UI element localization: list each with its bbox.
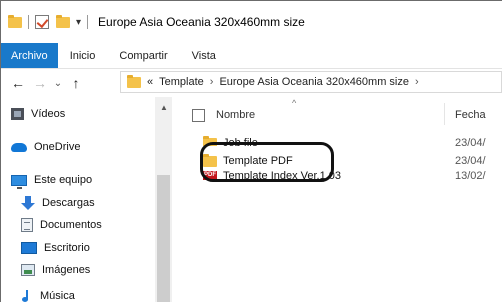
file-date: 23/04/ [455,155,486,167]
nav-item-imagenes[interactable]: Imágenes [21,261,90,279]
download-icon [21,196,35,210]
nav-item-label: Vídeos [31,108,66,120]
video-icon [11,108,24,120]
nav-item-label: Este equipo [34,174,93,186]
window-title: Europe Asia Oceania 320x460mm size [98,15,305,29]
back-arrow-icon[interactable]: ← [7,75,29,91]
nav-item-label: Descargas [42,197,95,209]
computer-icon [11,174,27,189]
folder-icon [8,14,22,28]
column-name[interactable]: Nombre [216,109,255,121]
forward-arrow-icon[interactable]: → [29,75,51,91]
up-arrow-icon[interactable]: ↑ [65,75,87,91]
column-divider[interactable] [444,103,445,125]
nav-item-escritorio[interactable]: Escritorio [21,239,90,257]
nav-scrollbar-thumb[interactable] [157,175,170,302]
select-all-checkbox[interactable] [192,109,205,122]
nav-item-videos[interactable]: Vídeos [11,105,65,123]
breadcrumb-separator[interactable]: › [210,76,214,88]
highlight-annotation [200,142,334,182]
nav-item-onedrive[interactable]: OneDrive [11,138,80,156]
tab-inicio[interactable]: Inicio [58,43,108,68]
nav-item-label: Imágenes [42,264,91,276]
file-list: ^ Nombre Fecha Job file 23/04/ Template … [172,97,502,302]
sort-ascending-icon: ^ [292,98,297,108]
nav-item-label: Documentos [40,219,102,231]
nav-item-label: OneDrive [34,141,81,153]
nav-item-documentos[interactable]: Documentos [21,216,102,234]
tab-archivo[interactable]: Archivo [1,43,58,68]
nav-item-este-equipo[interactable]: Este equipo [11,171,92,189]
customize-quick-access-icon[interactable]: ▾ [76,17,81,28]
properties-icon[interactable] [35,15,49,29]
documents-icon [21,218,33,232]
file-date: 23/04/ [455,137,486,146]
navigation-pane: Vídeos OneDrive Este equipo Descargas Do… [1,97,172,302]
column-header: ^ Nombre Fecha [172,97,502,127]
nav-item-label: Escritorio [44,242,90,254]
nav-item-descargas[interactable]: Descargas [21,194,95,212]
desktop-icon [21,242,37,254]
images-icon [21,264,35,276]
folder-icon [127,74,141,88]
scroll-up-arrow-icon[interactable]: ▲ [160,103,168,112]
separator [28,15,29,29]
music-icon [21,290,33,302]
title-bar: ▾ Europe Asia Oceania 320x460mm size [1,1,502,43]
address-bar[interactable]: « Template › Europe Asia Oceania 320x460… [120,71,502,93]
column-date[interactable]: Fecha [455,109,486,121]
breadcrumb-template[interactable]: Template [159,76,204,88]
breadcrumb-current[interactable]: Europe Asia Oceania 320x460mm size [219,76,409,88]
ribbon-tabs: Archivo Inicio Compartir Vista [1,43,502,69]
breadcrumb-separator[interactable]: › [415,76,419,88]
tab-vista[interactable]: Vista [180,43,228,68]
separator [87,15,89,29]
recent-locations-chevron-icon[interactable]: ⌄ [51,78,65,89]
tab-compartir[interactable]: Compartir [107,43,179,68]
address-row: ← → ⌄ ↑ « Template › Europe Asia Oceania… [1,69,502,97]
nav-item-label: Música [40,290,75,302]
breadcrumb-overflow[interactable]: « [147,76,153,88]
new-folder-icon[interactable] [56,14,70,28]
onedrive-icon [11,142,27,152]
nav-scrollbar[interactable] [155,97,172,302]
nav-item-musica[interactable]: Música [21,287,75,302]
file-date: 13/02/ [455,170,486,182]
